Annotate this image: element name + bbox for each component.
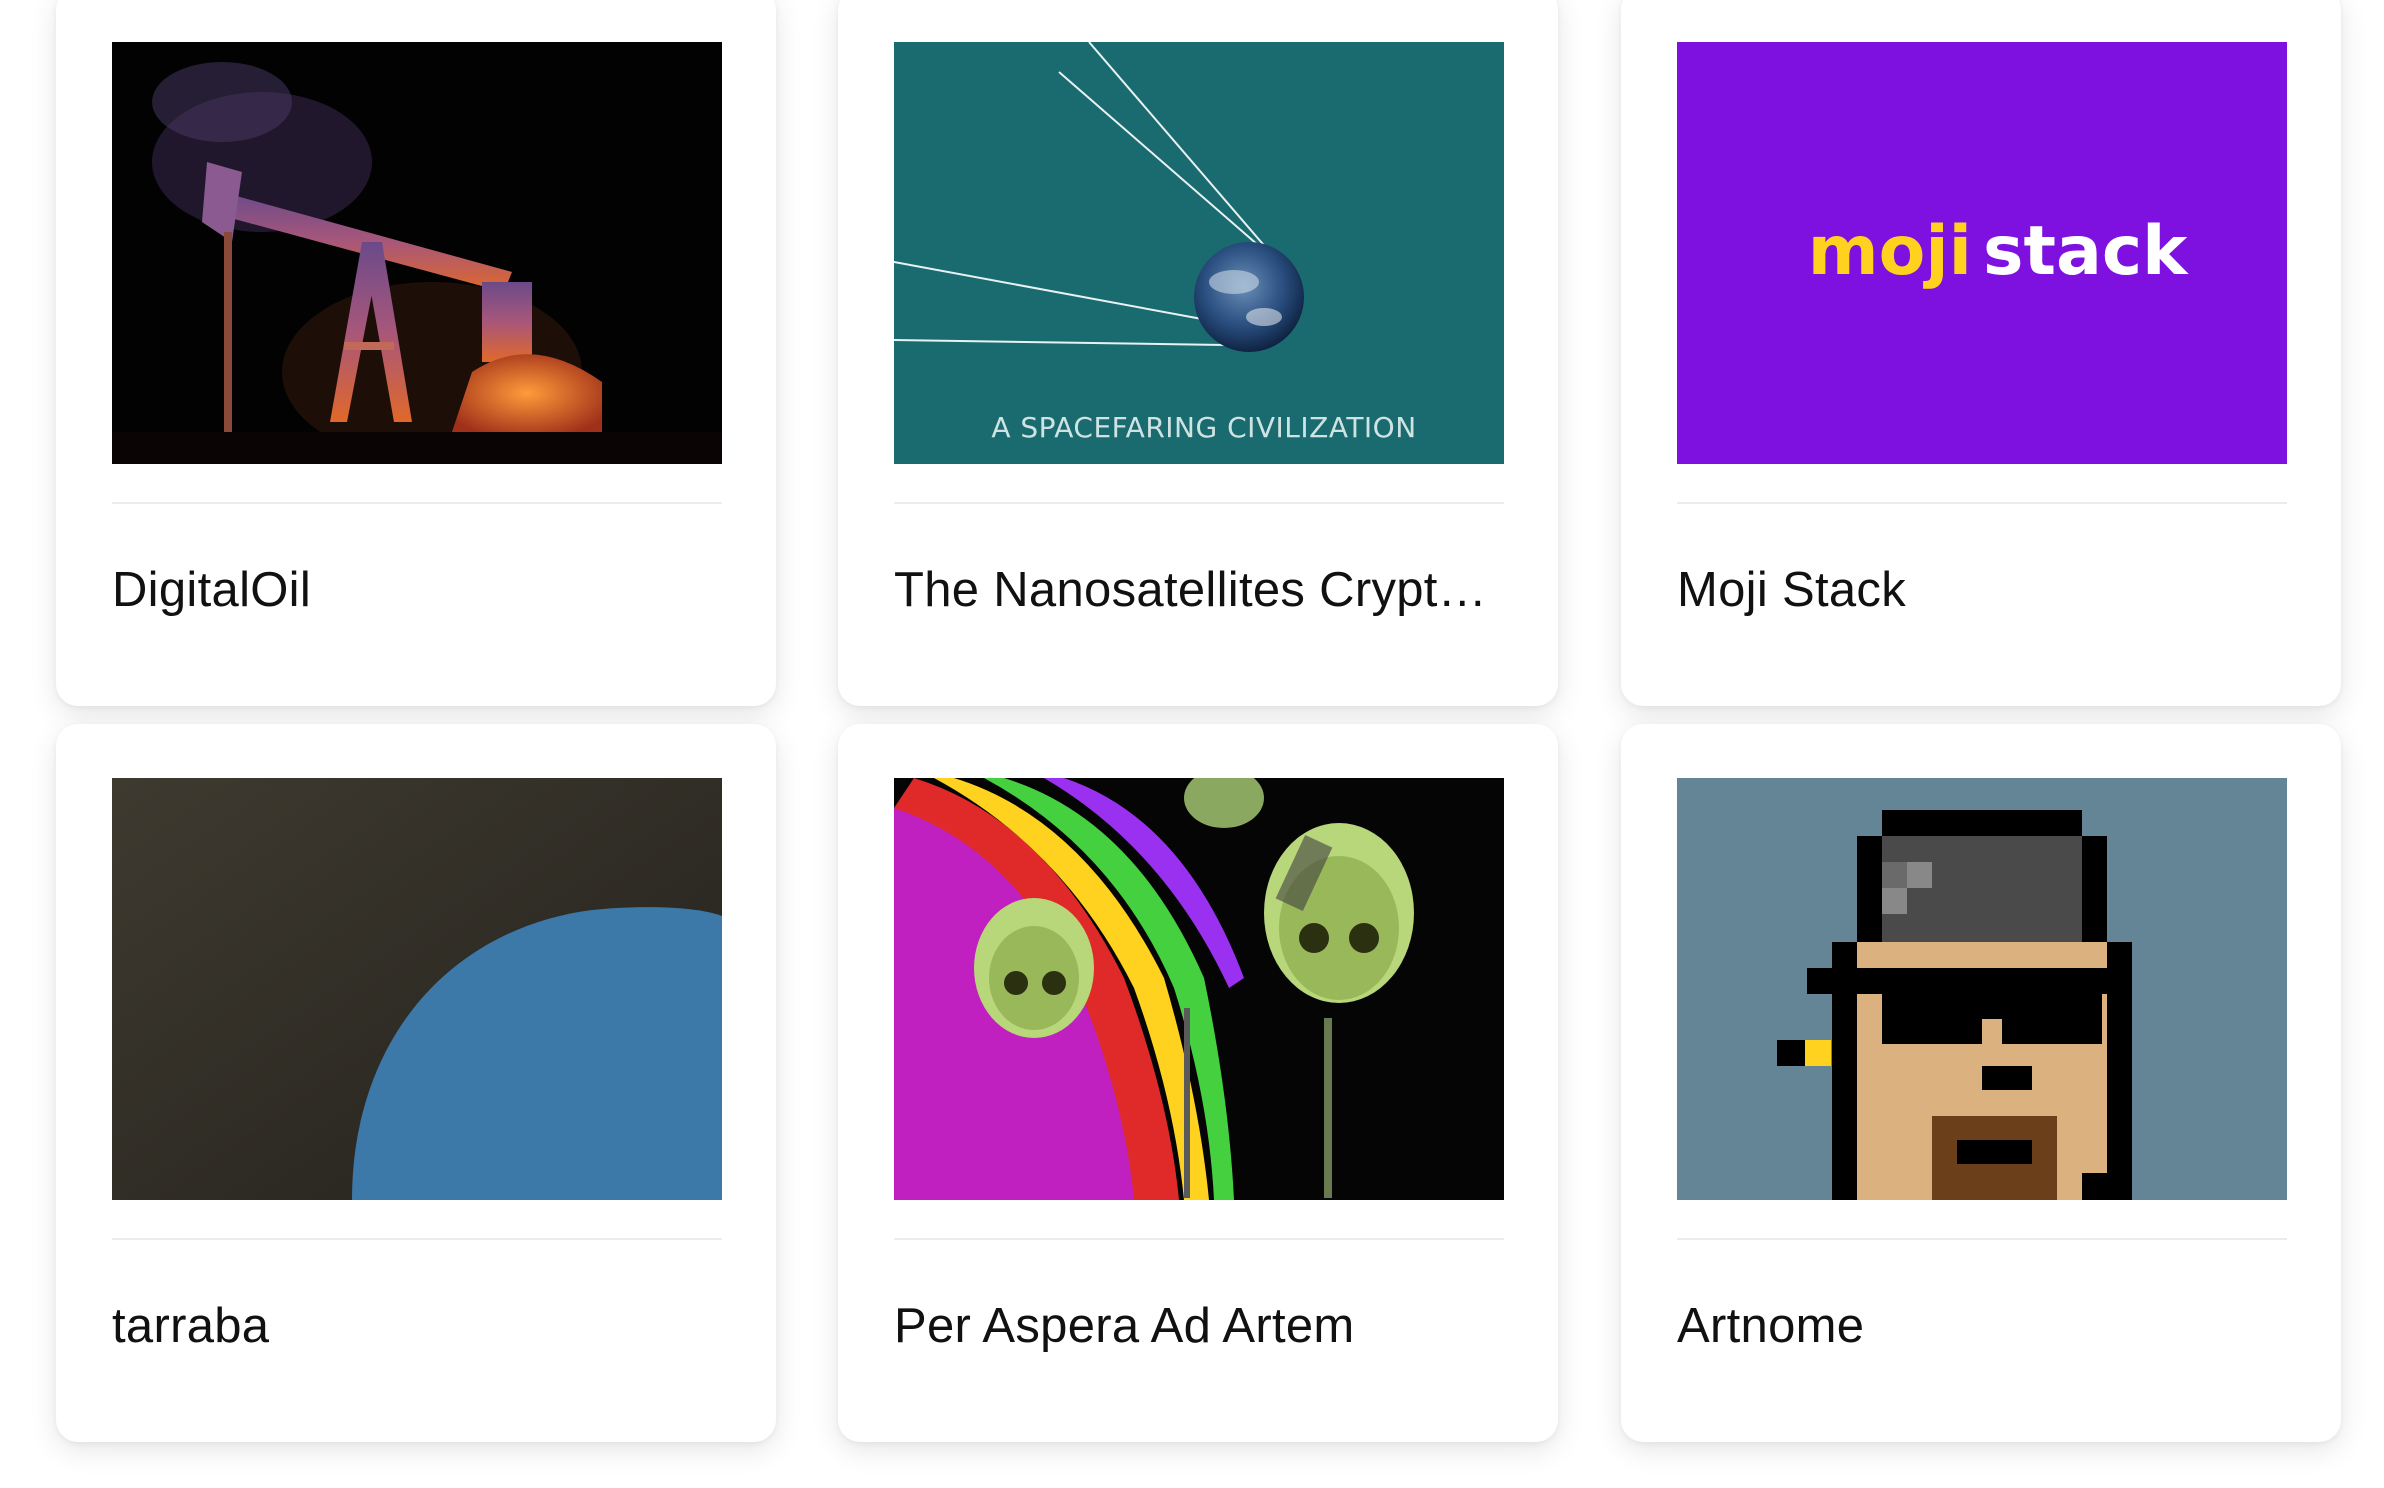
project-card-nanosatellites[interactable]: A SPACEFARING CIVILIZATION The Nanosatel… xyxy=(838,0,1558,706)
card-divider xyxy=(1677,1238,2287,1240)
project-thumbnail-moji-stack[interactable]: moji stack xyxy=(1677,42,2287,464)
project-title[interactable]: Artnome xyxy=(1677,1296,2287,1356)
project-title[interactable]: Per Aspera Ad Artem xyxy=(894,1296,1504,1356)
project-card-per-aspera-ad-artem[interactable]: Per Aspera Ad Artem xyxy=(838,724,1558,1442)
moji-logo-text-b: stack xyxy=(1983,212,2189,291)
card-divider xyxy=(894,502,1504,504)
project-card-tarraba[interactable]: tarraba xyxy=(56,724,776,1442)
card-divider xyxy=(894,1238,1504,1240)
project-thumbnail-digitaloil[interactable] xyxy=(112,42,722,464)
project-title[interactable]: DigitalOil xyxy=(112,560,722,620)
project-title[interactable]: tarraba xyxy=(112,1296,722,1356)
moji-logo-text-a: moji xyxy=(1808,212,1972,291)
nanosat-caption: A SPACEFARING CIVILIZATION xyxy=(991,411,1416,444)
project-thumbnail-artnome[interactable] xyxy=(1677,778,2287,1200)
project-thumbnail-nanosatellites[interactable]: A SPACEFARING CIVILIZATION xyxy=(894,42,1504,464)
project-grid: DigitalOil A SPACEFARING CIVILIZATION Th… xyxy=(0,0,2384,1488)
card-divider xyxy=(1677,502,2287,504)
project-card-digitaloil[interactable]: DigitalOil xyxy=(56,0,776,706)
project-title[interactable]: Moji Stack xyxy=(1677,560,2287,620)
project-thumbnail-tarraba[interactable] xyxy=(112,778,722,1200)
project-card-artnome[interactable]: Artnome xyxy=(1621,724,2341,1442)
card-divider xyxy=(112,1238,722,1240)
project-card-moji-stack[interactable]: moji stack Moji Stack xyxy=(1621,0,2341,706)
project-title[interactable]: The Nanosatellites Crypto… xyxy=(894,560,1504,620)
card-divider xyxy=(112,502,722,504)
project-thumbnail-per-aspera[interactable] xyxy=(894,778,1504,1200)
